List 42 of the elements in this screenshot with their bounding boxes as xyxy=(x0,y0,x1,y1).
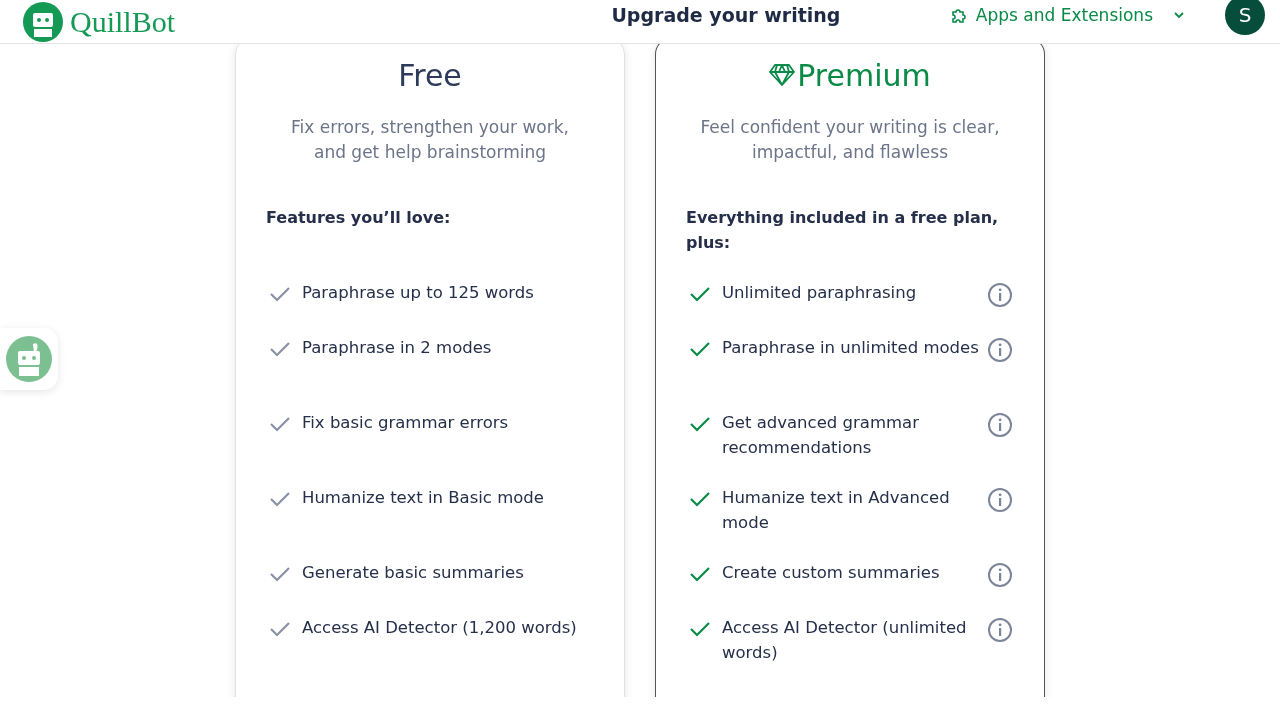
info-icon[interactable] xyxy=(987,282,1013,308)
check-icon xyxy=(690,566,710,582)
check-icon xyxy=(270,491,290,507)
feature-text: Create custom summaries xyxy=(722,562,941,584)
feature-text: Paraphrase up to 125 words xyxy=(302,282,535,304)
feature-text: Fix basic grammar errors xyxy=(302,412,510,434)
info-icon[interactable] xyxy=(987,487,1013,513)
check-icon xyxy=(270,416,290,432)
feature-text: Access AI Detector (unlimited words) xyxy=(722,617,968,664)
check-icon xyxy=(690,621,710,637)
diamond-icon xyxy=(769,63,796,87)
feature-text: Access AI Detector (1,200 words) xyxy=(302,617,578,639)
assistant-button[interactable] xyxy=(0,328,58,390)
check-icon xyxy=(270,621,290,637)
features-heading: Everything included in a free plan, plus: xyxy=(686,208,999,252)
check-icon xyxy=(270,341,290,357)
plan-description: Fix errors, strengthen your work, and get help brainstorming xyxy=(290,116,570,164)
features-heading: Features you’ll love: xyxy=(266,208,451,227)
check-icon xyxy=(690,286,710,302)
plan-description: Feel confident your writing is clear, impactful, and flawless xyxy=(699,116,1001,164)
avatar[interactable]: S xyxy=(1225,0,1265,35)
check-icon xyxy=(690,491,710,507)
check-icon xyxy=(690,416,710,432)
plan-name: Premium xyxy=(797,57,931,93)
info-icon[interactable] xyxy=(987,412,1013,438)
logo-text[interactable]: QuillBot xyxy=(70,4,175,39)
feature-text: Generate basic summaries xyxy=(302,562,525,584)
apps-menu[interactable]: Apps and Extensions xyxy=(949,4,1185,25)
feature-text: Humanize text in Basic mode xyxy=(302,487,545,509)
info-icon[interactable] xyxy=(987,337,1013,363)
check-icon xyxy=(270,566,290,582)
feature-text: Unlimited paraphrasing xyxy=(722,282,918,304)
info-icon[interactable] xyxy=(987,562,1013,588)
feature-text: Paraphrase in 2 modes xyxy=(302,337,493,359)
info-icon[interactable] xyxy=(987,617,1013,643)
page-title: Upgrade your writing xyxy=(610,3,842,26)
check-icon xyxy=(690,341,710,357)
plan-name: Free xyxy=(398,57,462,93)
feature-text: Paraphrase in unlimited modes xyxy=(722,337,980,359)
check-icon xyxy=(270,286,290,302)
feature-text: Get advanced grammar recommendations xyxy=(722,412,920,459)
feature-text: Humanize text in Advanced mode xyxy=(722,487,951,534)
